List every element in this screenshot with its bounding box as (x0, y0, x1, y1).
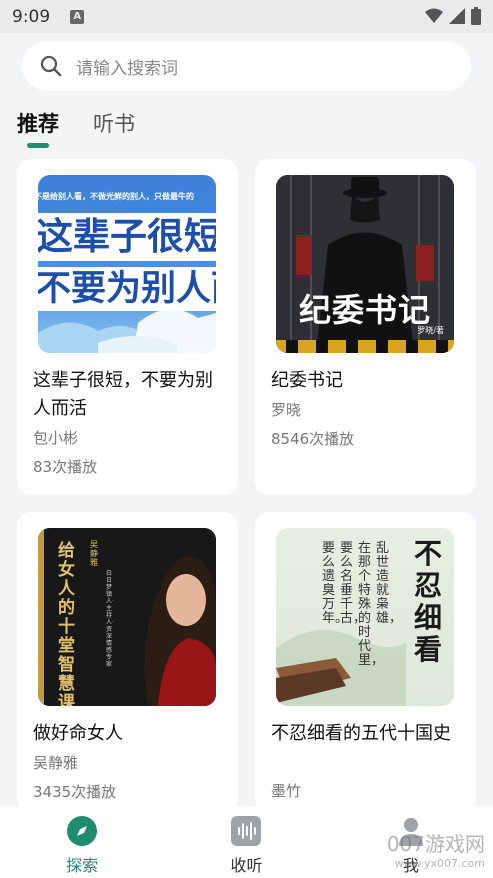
status-bar: 9:09 A (0, 0, 493, 33)
cover-poem-line: 在那个特殊的时代里， (358, 541, 385, 668)
compass-icon (67, 816, 98, 846)
book-author: 吴静雅 (33, 754, 79, 772)
cover-poem-line: 要么遗臭万年。 (322, 541, 349, 626)
book-card[interactable]: 不是给别人看，不做光鲜的别人，只做最牛的 这辈子很短 不要为别人而 这辈子很短，… (17, 159, 238, 495)
watermark-main: 007游戏网 (386, 832, 485, 856)
book-title: 不忍细看的五代十国史 (271, 723, 451, 744)
cover-author-bio: 白日梦镇人·主持人·资深情感专家 (106, 570, 114, 668)
book-play-count: 3435次播放 (33, 783, 117, 801)
tab-recommend-label: 推荐 (17, 112, 59, 136)
cover-tagline: 不是给别人看，不做光鲜的别人，只做最牛的 (38, 192, 194, 201)
book-play-count: 83次播放 (33, 458, 98, 476)
watermark-sub: www.yx007.com (394, 857, 485, 870)
book-title: 做好命女人 (33, 723, 123, 744)
cover-title: 不忍细看 (414, 537, 443, 666)
book-author: 罗晓 (271, 401, 302, 419)
tab-active-indicator (27, 143, 49, 148)
cover-author: 吴静雅 (90, 540, 98, 567)
cover-line-1: 这辈子很短 (38, 213, 216, 261)
site-watermark: 007游戏网 www.yx007.com (387, 828, 485, 870)
book-title: 纪委书记 (271, 370, 343, 391)
tab-audiobooks[interactable]: 听书 (93, 108, 135, 138)
cover-clouds-illustration (38, 309, 216, 353)
status-time: 9:09 (12, 6, 51, 27)
nav-listen-label: 收听 (230, 856, 263, 875)
nav-explore[interactable]: 探索 (0, 806, 164, 878)
book-author: 墨竹 (271, 782, 302, 800)
book-cover: 纪委书记 罗晓/著 (276, 175, 454, 353)
search-input[interactable]: 请输入搜索词 (76, 54, 178, 79)
battery-icon (471, 7, 481, 25)
wifi-icon (425, 8, 443, 23)
book-title: 这辈子很短，不要为别人而活 (33, 370, 213, 419)
tab-bar: 推荐 听书 (17, 108, 135, 148)
book-card[interactable]: 不忍细看 乱世造就枭雄， 在那个特殊的时代里， 要么名垂千古， 要么遗臭万年。 … (255, 512, 476, 812)
book-card[interactable]: 纪委书记 罗晓/著 纪委书记 罗晓 8546次播放 (255, 159, 476, 495)
cover-poem-line: 要么名垂千古， (340, 541, 367, 626)
notification-a-icon: A (70, 9, 85, 24)
cover-poem-line: 乱世造就枭雄， (376, 541, 403, 626)
cover-poem: 乱世造就枭雄， 在那个特殊的时代里， 要么名垂千古， 要么遗臭万年。 (322, 541, 403, 668)
book-cover: 不是给别人看，不做光鲜的别人，只做最牛的 这辈子很短 不要为别人而 (38, 175, 216, 353)
search-bar[interactable]: 请输入搜索词 (22, 41, 471, 91)
book-cover: 不忍细看 乱世造就枭雄， 在那个特殊的时代里， 要么名垂千古， 要么遗臭万年。 (276, 528, 454, 706)
signal-icon (449, 8, 465, 24)
nav-explore-label: 探索 (66, 856, 99, 875)
status-icons (425, 7, 481, 25)
cover-author: 罗晓/著 (417, 326, 444, 335)
book-card[interactable]: 给女人的十堂智慧课 吴静雅 白日梦镇人·主持人·资深情感专家 做好命女人 吴静雅… (17, 512, 238, 812)
tab-audiobooks-label: 听书 (93, 112, 135, 136)
book-author: 包小彬 (33, 429, 79, 447)
audio-wave-icon (231, 816, 262, 846)
search-icon (40, 55, 62, 77)
nav-listen[interactable]: 收听 (164, 806, 328, 878)
book-cover: 给女人的十堂智慧课 吴静雅 白日梦镇人·主持人·资深情感专家 (38, 528, 216, 706)
cover-title: 给女人的十堂智慧课 (58, 541, 75, 707)
book-play-count: 8546次播放 (271, 430, 355, 448)
tab-recommend[interactable]: 推荐 (17, 108, 59, 148)
